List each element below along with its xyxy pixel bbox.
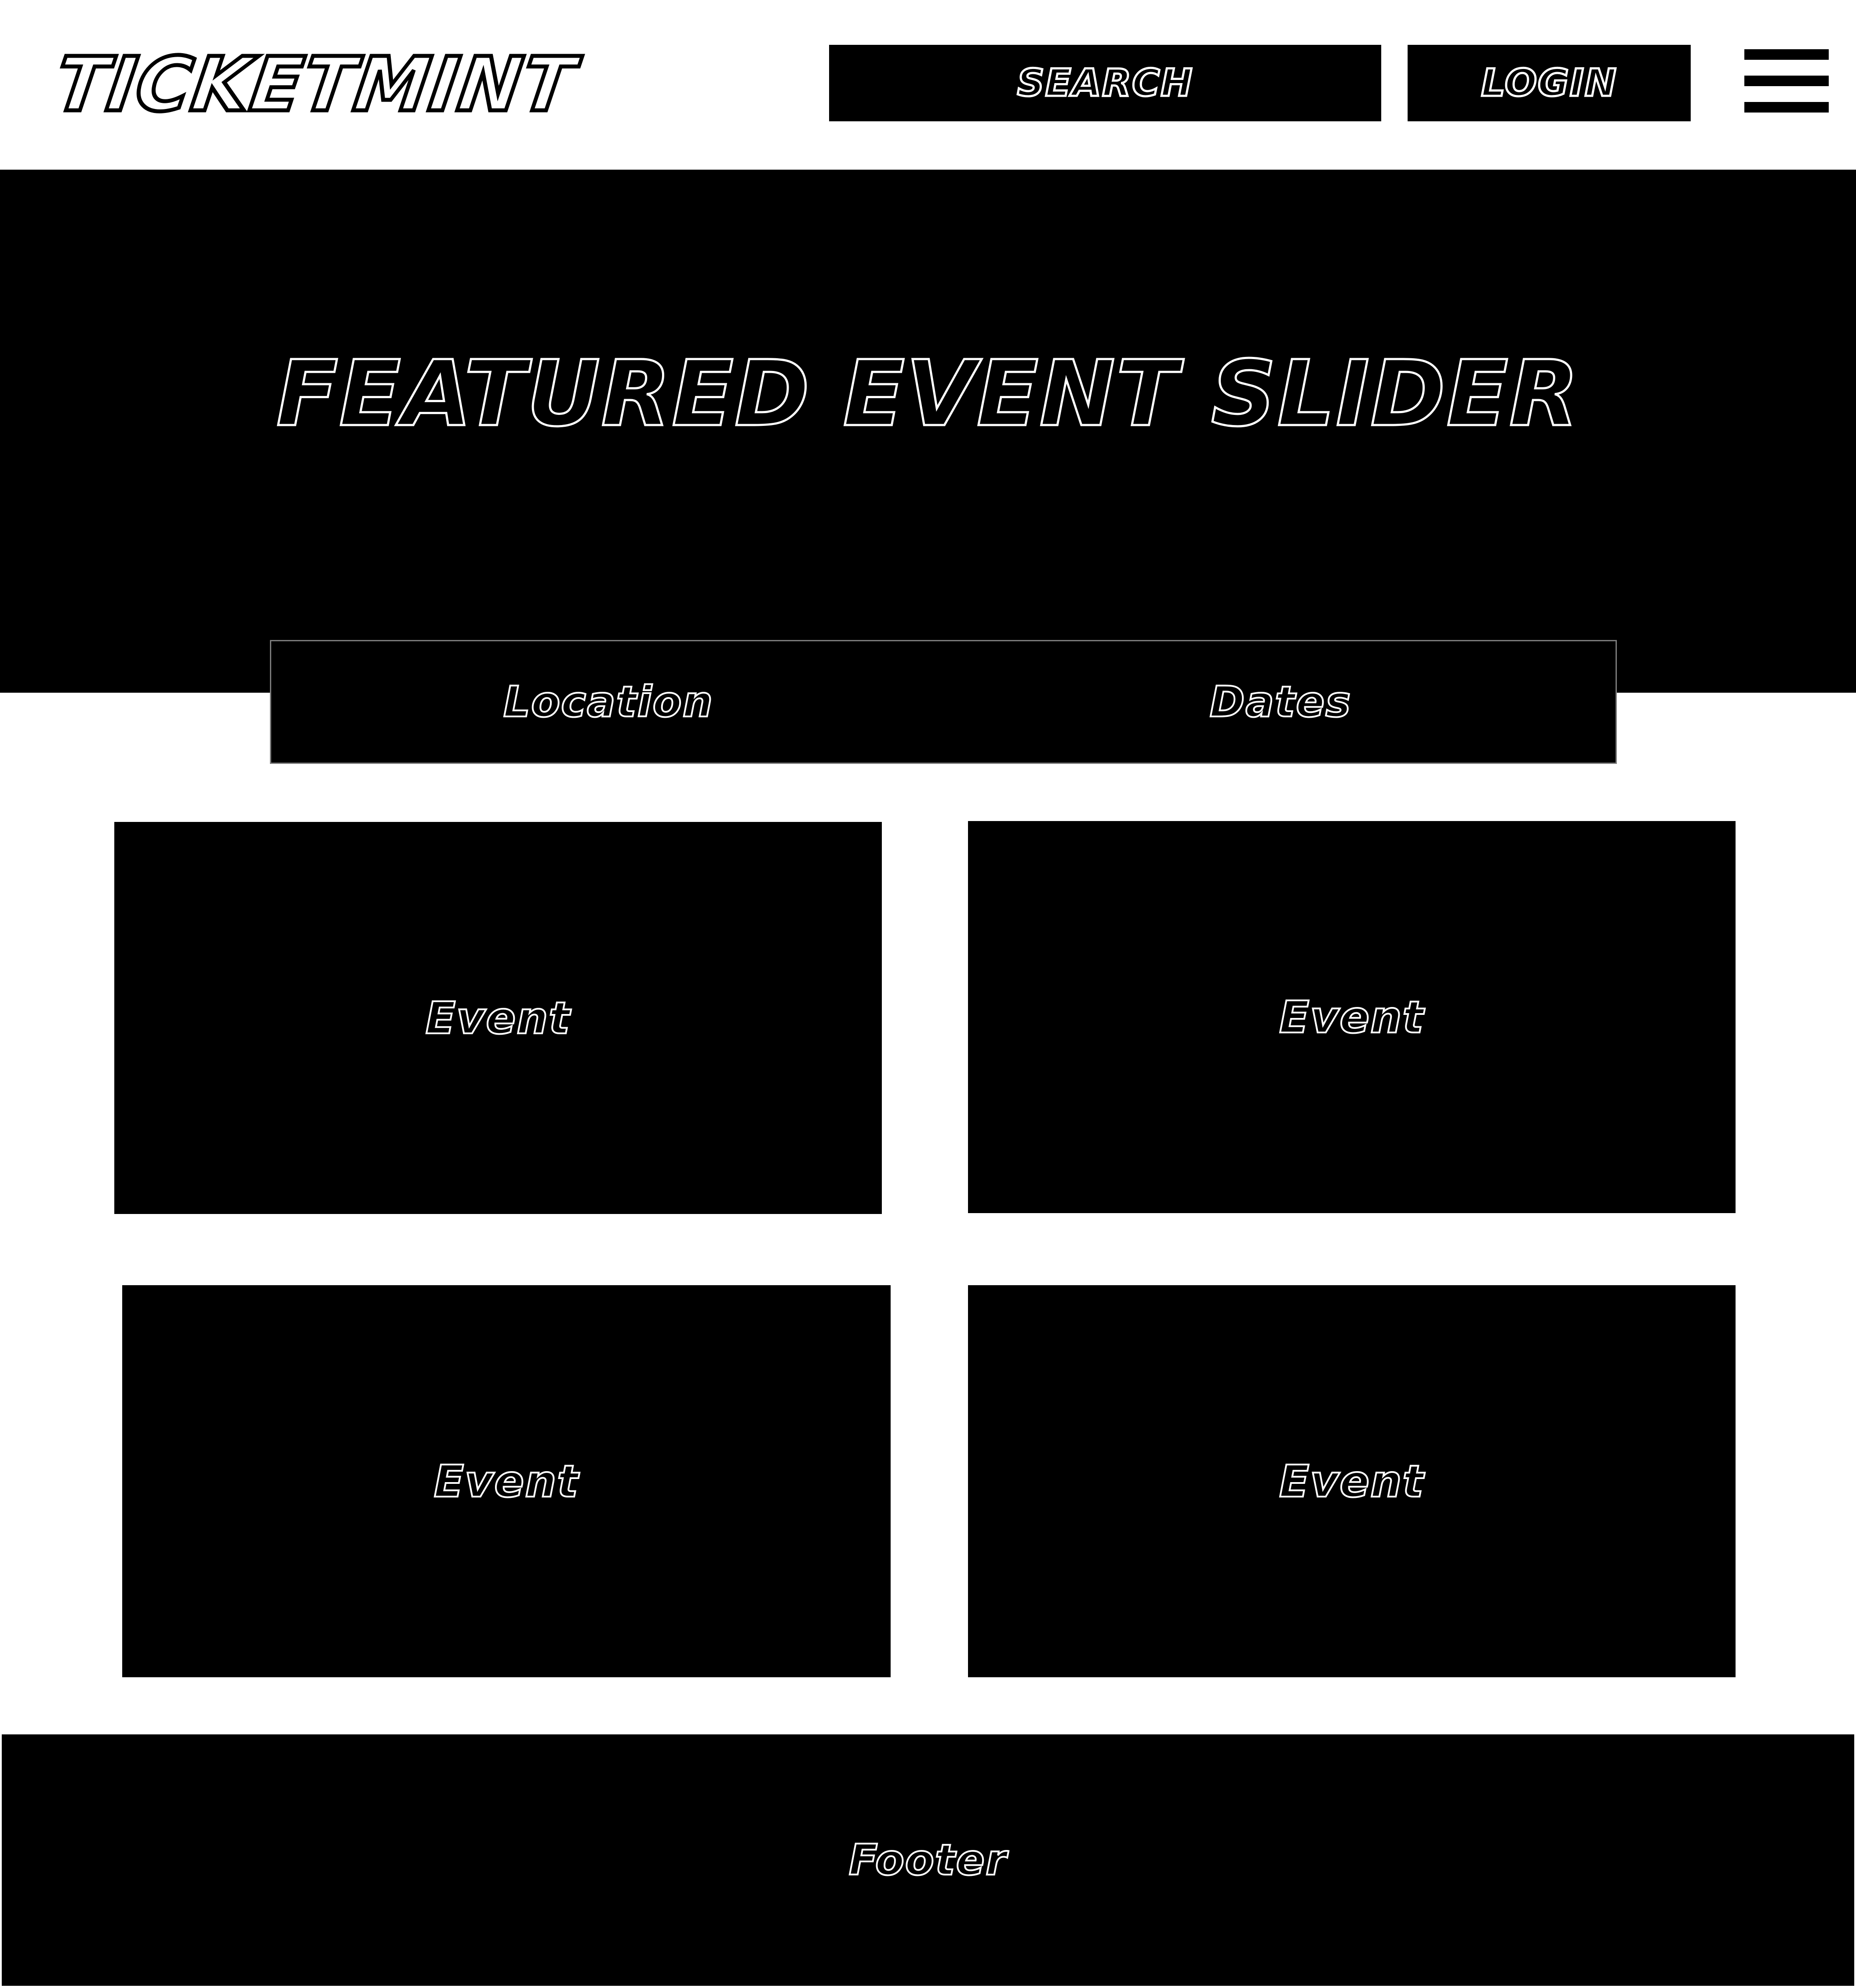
location-filter[interactable]: Location <box>271 641 946 763</box>
footer-label: Footer <box>848 1835 1008 1886</box>
event-card[interactable]: Event <box>968 1285 1736 1677</box>
event-card-label: Event <box>433 1455 579 1508</box>
menu-bar-top <box>1744 49 1829 60</box>
menu-bar-middle <box>1744 76 1829 86</box>
dates-filter[interactable]: Dates <box>946 641 1616 763</box>
logo-text: TICKETMINT <box>48 40 582 131</box>
slider-title: FEATURED EVENT SLIDER <box>275 340 1580 448</box>
event-card[interactable]: Event <box>122 1285 891 1677</box>
event-card[interactable]: Event <box>114 822 882 1214</box>
logo[interactable]: TICKETMINT <box>48 34 582 135</box>
dates-filter-label: Dates <box>1209 676 1352 727</box>
event-card-label: Event <box>1278 991 1425 1044</box>
location-filter-label: Location <box>502 676 713 727</box>
footer: Footer <box>2 1734 1854 1986</box>
filter-bar: Location Dates <box>270 640 1617 764</box>
hamburger-menu-icon[interactable] <box>1744 49 1829 113</box>
menu-bar-bottom <box>1744 102 1829 113</box>
event-card[interactable]: Event <box>968 821 1736 1213</box>
featured-event-slider[interactable]: FEATURED EVENT SLIDER <box>0 170 1856 693</box>
event-card-label: Event <box>425 992 571 1045</box>
search-button[interactable]: SEARCH <box>829 45 1381 121</box>
search-button-label: SEARCH <box>1016 60 1194 106</box>
login-button[interactable]: LOGIN <box>1408 45 1691 121</box>
login-button-label: LOGIN <box>1480 60 1617 106</box>
event-card-label: Event <box>1278 1455 1425 1508</box>
